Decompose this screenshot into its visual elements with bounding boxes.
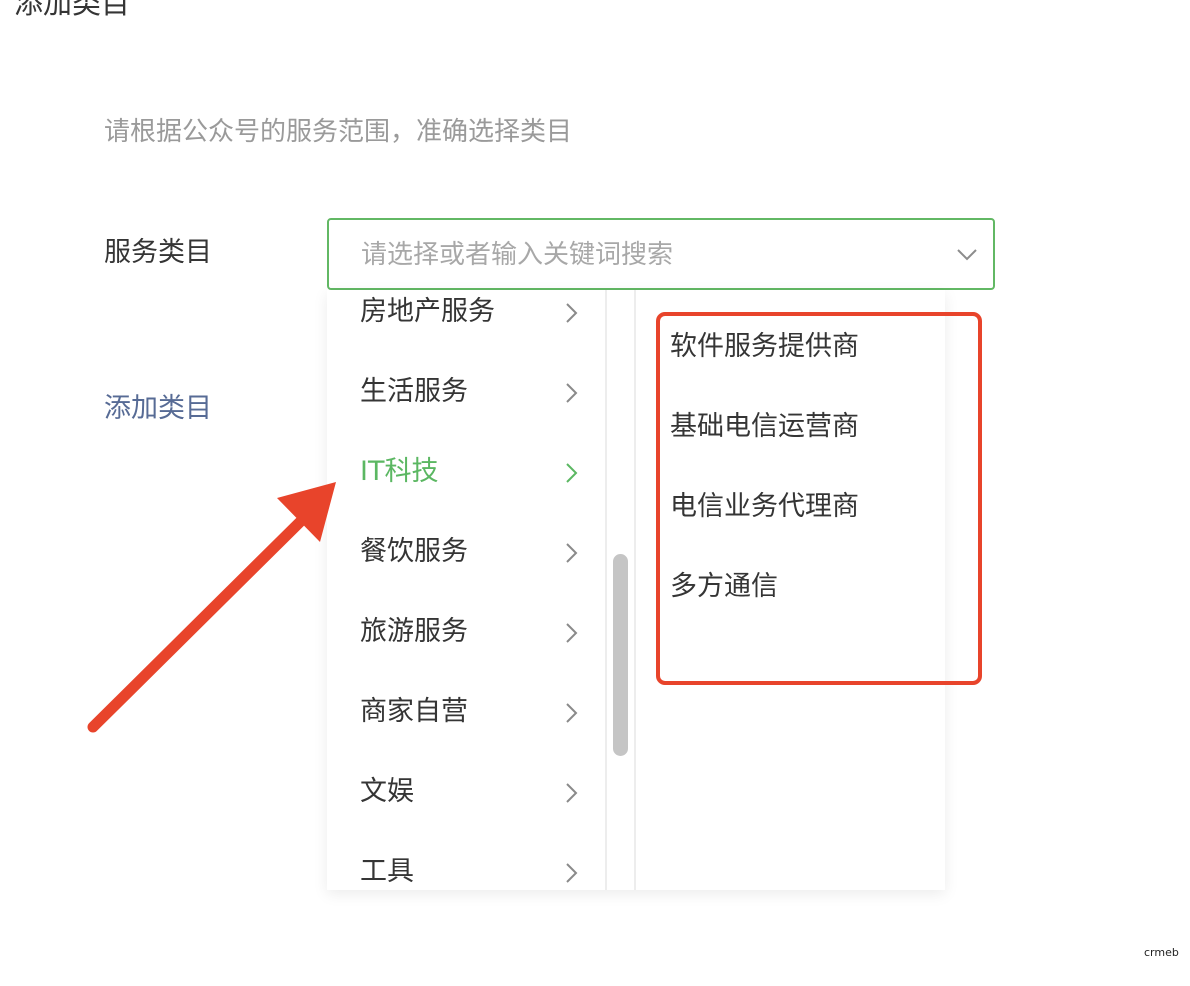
- category-item-catering[interactable]: 餐饮服务: [327, 521, 605, 601]
- category-item-label: 文娱: [360, 776, 414, 807]
- category-item-label: 餐饮服务: [360, 536, 468, 567]
- chevron-right-icon: [566, 303, 578, 323]
- page-title: 添加类目: [14, 0, 131, 20]
- category-item-label: 工具: [360, 856, 414, 887]
- subcategory-list: 软件服务提供商 基础电信运营商 电信业务代理商 多方通信: [636, 290, 945, 890]
- category-item-real-estate[interactable]: 房地产服务: [327, 290, 605, 361]
- category-item-label: IT科技: [360, 456, 439, 487]
- primary-category-list: 房地产服务 生活服务 IT科技 餐饮服务 旅游服务 商家自营 文娱 工具: [327, 290, 605, 890]
- chevron-right-icon: [566, 383, 578, 403]
- category-item-tools[interactable]: 工具: [327, 841, 605, 890]
- subcategory-item-label: 软件服务提供商: [670, 331, 859, 362]
- category-item-label: 旅游服务: [360, 616, 468, 647]
- subcategory-item-label: 多方通信: [670, 571, 778, 602]
- category-search-input[interactable]: [359, 220, 933, 290]
- subcategory-item-telecom-agent[interactable]: 电信业务代理商: [670, 450, 940, 530]
- category-item-label: 生活服务: [360, 376, 468, 407]
- subcategory-item-label: 电信业务代理商: [670, 491, 859, 522]
- category-dropdown: 房地产服务 生活服务 IT科技 餐饮服务 旅游服务 商家自营 文娱 工具 软件服…: [327, 290, 945, 890]
- add-category-link[interactable]: 添加类目: [104, 392, 212, 426]
- chevron-right-icon: [566, 623, 578, 643]
- service-category-label: 服务类目: [104, 237, 212, 268]
- subcategory-item-telecom-operator[interactable]: 基础电信运营商: [670, 370, 940, 450]
- subcategory-item-multiparty-comm[interactable]: 多方通信: [670, 530, 940, 610]
- subcategory-item-software[interactable]: 软件服务提供商: [670, 290, 940, 370]
- scrollbar-thumb[interactable]: [613, 554, 628, 756]
- category-item-it-tech[interactable]: IT科技: [327, 441, 605, 521]
- chevron-right-icon: [566, 783, 578, 803]
- category-item-merchant[interactable]: 商家自营: [327, 681, 605, 761]
- chevron-right-icon: [566, 703, 578, 723]
- chevron-down-icon[interactable]: [955, 242, 979, 266]
- category-item-life-services[interactable]: 生活服务: [327, 361, 605, 441]
- category-item-travel[interactable]: 旅游服务: [327, 601, 605, 681]
- chevron-right-icon: [566, 463, 578, 483]
- category-item-entertainment[interactable]: 文娱: [327, 761, 605, 841]
- subcategory-item-label: 基础电信运营商: [670, 411, 859, 442]
- category-item-label: 房地产服务: [360, 296, 495, 327]
- watermark-logo: crmeb: [1144, 946, 1179, 959]
- category-select[interactable]: [327, 218, 995, 290]
- page-subtitle: 请根据公众号的服务范围，准确选择类目: [104, 117, 573, 147]
- chevron-right-icon: [566, 863, 578, 883]
- category-item-label: 商家自营: [360, 696, 468, 727]
- chevron-right-icon: [566, 543, 578, 563]
